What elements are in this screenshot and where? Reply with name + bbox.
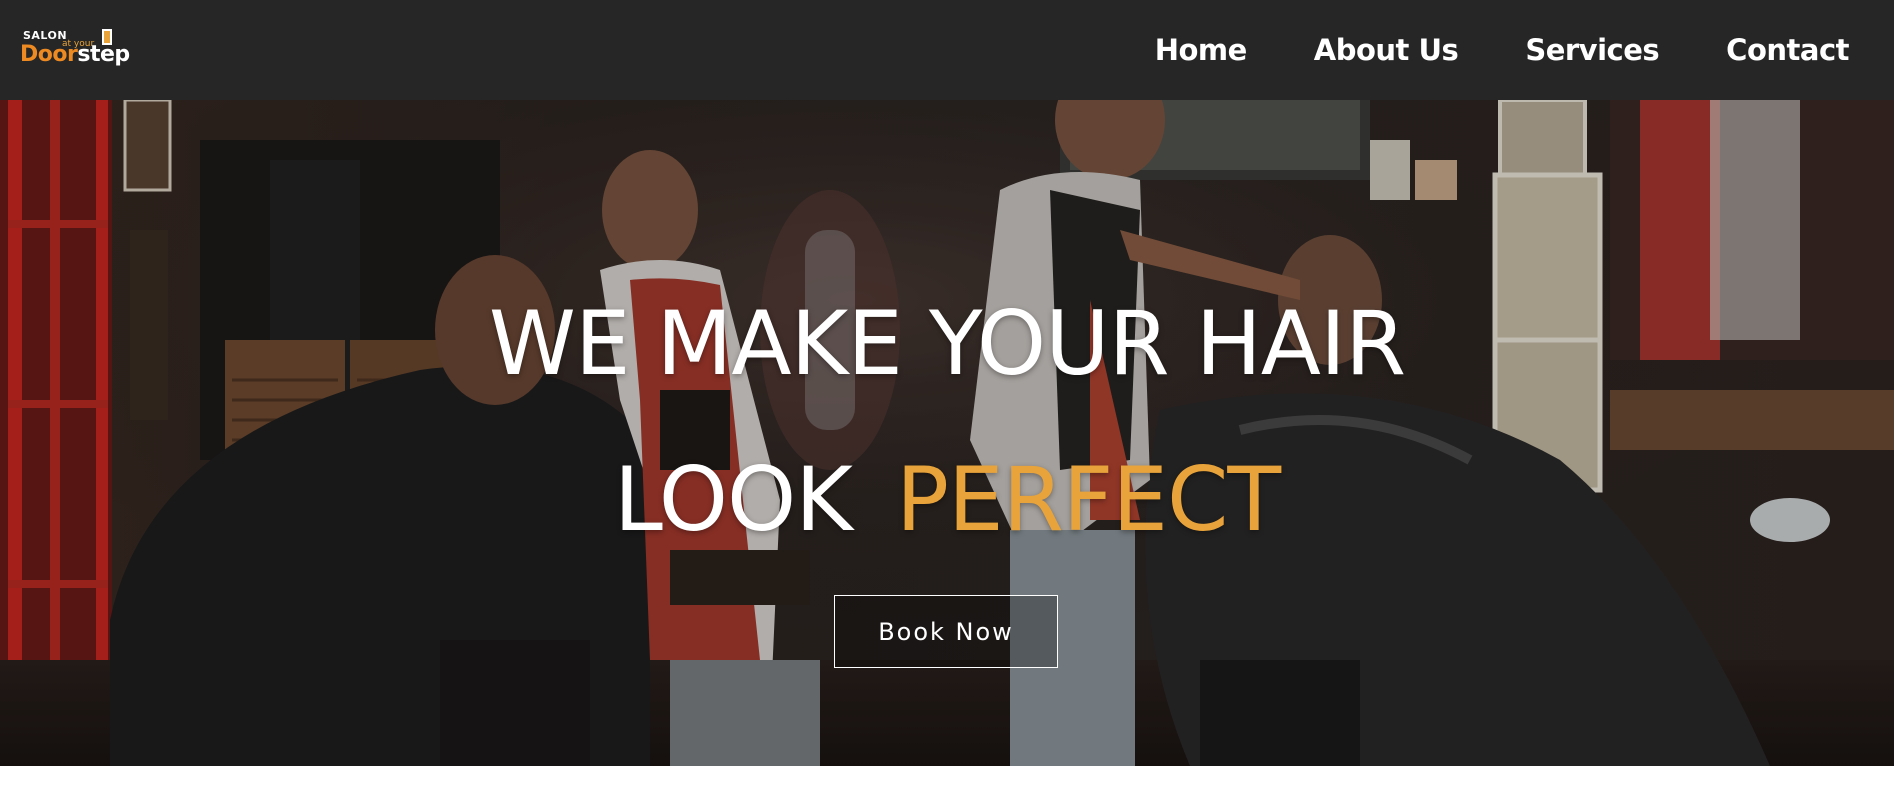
hero-headline-line2: LOOK PERFECT: [0, 456, 1894, 544]
logo-salon-text: SALON: [23, 29, 68, 42]
brand-logo[interactable]: SALON at your Doorstep: [20, 25, 145, 75]
logo-door-text: Door: [20, 42, 78, 67]
main-nav: Home About Us Services Contact: [1155, 33, 1850, 67]
nav-link-home[interactable]: Home: [1155, 33, 1248, 67]
hero-headline-line1: WE MAKE YOUR HAIR: [488, 292, 1406, 395]
nav-link-services[interactable]: Services: [1525, 33, 1659, 67]
nav-link-about-us[interactable]: About Us: [1314, 33, 1459, 67]
hero-headline-look: LOOK: [613, 448, 853, 551]
nav-link-contact[interactable]: Contact: [1726, 33, 1849, 67]
hero-headline-accent: PERFECT: [895, 448, 1281, 551]
logo-wordmark: Doorstep: [20, 42, 130, 67]
book-now-button[interactable]: Book Now: [834, 595, 1058, 668]
hero-section: WE MAKE YOUR HAIR LOOK PERFECT Book Now: [0, 100, 1894, 766]
logo-step-text: step: [77, 42, 130, 67]
navbar: SALON at your Doorstep Home About Us Ser…: [0, 0, 1894, 100]
